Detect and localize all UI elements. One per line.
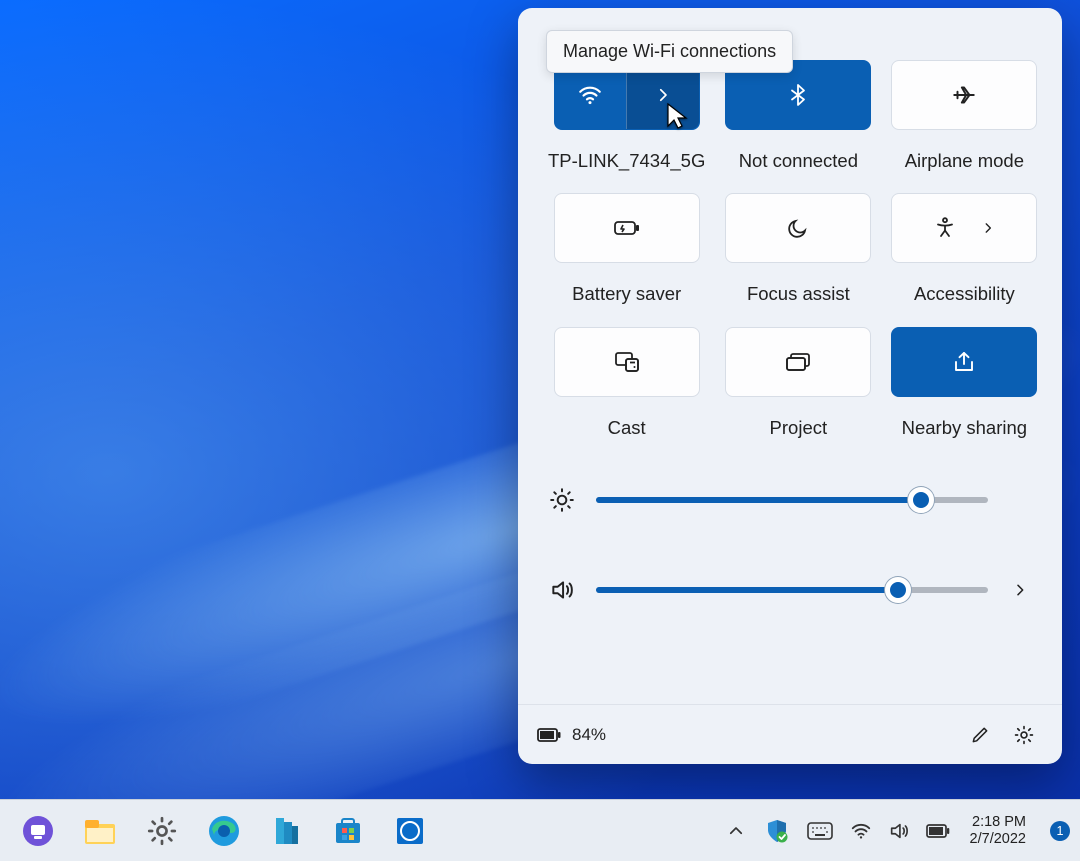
- cast-tile[interactable]: [554, 327, 700, 397]
- tray-overflow-button[interactable]: [722, 809, 750, 853]
- battery-status[interactable]: 84%: [536, 725, 606, 745]
- tray-security-icon[interactable]: [762, 809, 792, 853]
- airplane-mode-tile-label: Airplane mode: [905, 150, 1024, 171]
- cast-tile-label: Cast: [608, 417, 646, 438]
- accessibility-tile-label: Accessibility: [914, 283, 1015, 304]
- tray-battery-icon[interactable]: [924, 809, 952, 853]
- clock-time: 2:18 PM: [972, 814, 1026, 831]
- quick-settings-footer: 84%: [518, 704, 1062, 764]
- taskbar-app-edge[interactable]: [202, 809, 246, 853]
- edit-quick-settings-button[interactable]: [960, 715, 1000, 755]
- notification-count: 1: [1057, 824, 1064, 838]
- quick-settings-panel: Manage Wi-Fi connections: [518, 8, 1062, 764]
- bluetooth-tile-label: Not connected: [739, 150, 858, 171]
- pencil-icon: [970, 725, 990, 745]
- volume-slider[interactable]: [596, 587, 988, 593]
- project-tile[interactable]: [725, 327, 871, 397]
- bluetooth-icon: [786, 83, 810, 107]
- focus-assist-tile-label: Focus assist: [747, 283, 850, 304]
- wifi-icon: [577, 82, 603, 108]
- taskbar-app-store[interactable]: [326, 809, 370, 853]
- taskbar-app-dell[interactable]: [388, 809, 432, 853]
- desktop-wallpaper: Manage Wi-Fi connections: [0, 0, 1080, 861]
- project-icon: [784, 351, 812, 373]
- share-icon: [951, 350, 977, 374]
- nearby-sharing-tile-label: Nearby sharing: [902, 417, 1027, 438]
- airplane-icon: [951, 82, 977, 108]
- cast-icon: [613, 350, 641, 374]
- mouse-cursor: [666, 102, 688, 130]
- taskbar-clock[interactable]: 2:18 PM 2/7/2022: [964, 814, 1032, 847]
- volume-icon: [548, 577, 576, 603]
- tray-wifi-icon[interactable]: [848, 809, 874, 853]
- brightness-row: [548, 480, 1032, 520]
- taskbar-pinned-apps: [10, 809, 432, 853]
- clock-date: 2/7/2022: [970, 831, 1026, 848]
- volume-output-button[interactable]: [1008, 582, 1032, 598]
- taskbar-app-chat[interactable]: [16, 809, 60, 853]
- chevron-right-icon: [981, 221, 995, 235]
- wifi-tile-label: TP-LINK_7434_5G: [548, 150, 705, 171]
- wifi-manage-tooltip: Manage Wi-Fi connections: [546, 30, 793, 73]
- airplane-mode-tile[interactable]: [891, 60, 1037, 130]
- battery-saver-tile[interactable]: [554, 193, 700, 263]
- tooltip-text: Manage Wi-Fi connections: [563, 41, 776, 61]
- taskbar-app-file-explorer[interactable]: [78, 809, 122, 853]
- brightness-slider[interactable]: [596, 497, 988, 503]
- battery-percent-text: 84%: [572, 725, 606, 745]
- accessibility-tile[interactable]: [891, 193, 1037, 263]
- taskbar: 2:18 PM 2/7/2022 1: [0, 799, 1080, 861]
- battery-icon: [536, 726, 562, 744]
- settings-button[interactable]: [1004, 715, 1044, 755]
- chevron-right-icon: [1012, 582, 1028, 598]
- battery-saver-tile-label: Battery saver: [572, 283, 681, 304]
- notification-badge[interactable]: 1: [1050, 821, 1070, 841]
- taskbar-app-office[interactable]: [264, 809, 308, 853]
- taskbar-system-tray: 2:18 PM 2/7/2022 1: [722, 809, 1070, 853]
- project-tile-label: Project: [770, 417, 828, 438]
- moon-icon: [786, 216, 810, 240]
- gear-icon: [1013, 724, 1035, 746]
- tray-input-indicator[interactable]: [804, 809, 836, 853]
- brightness-icon: [548, 487, 576, 513]
- nearby-sharing-tile[interactable]: [891, 327, 1037, 397]
- battery-saver-icon: [612, 217, 642, 239]
- accessibility-icon: [933, 216, 957, 240]
- focus-assist-tile[interactable]: [725, 193, 871, 263]
- sliders-section: [518, 466, 1062, 610]
- taskbar-app-settings[interactable]: [140, 809, 184, 853]
- volume-row: [548, 570, 1032, 610]
- tray-volume-icon[interactable]: [886, 809, 912, 853]
